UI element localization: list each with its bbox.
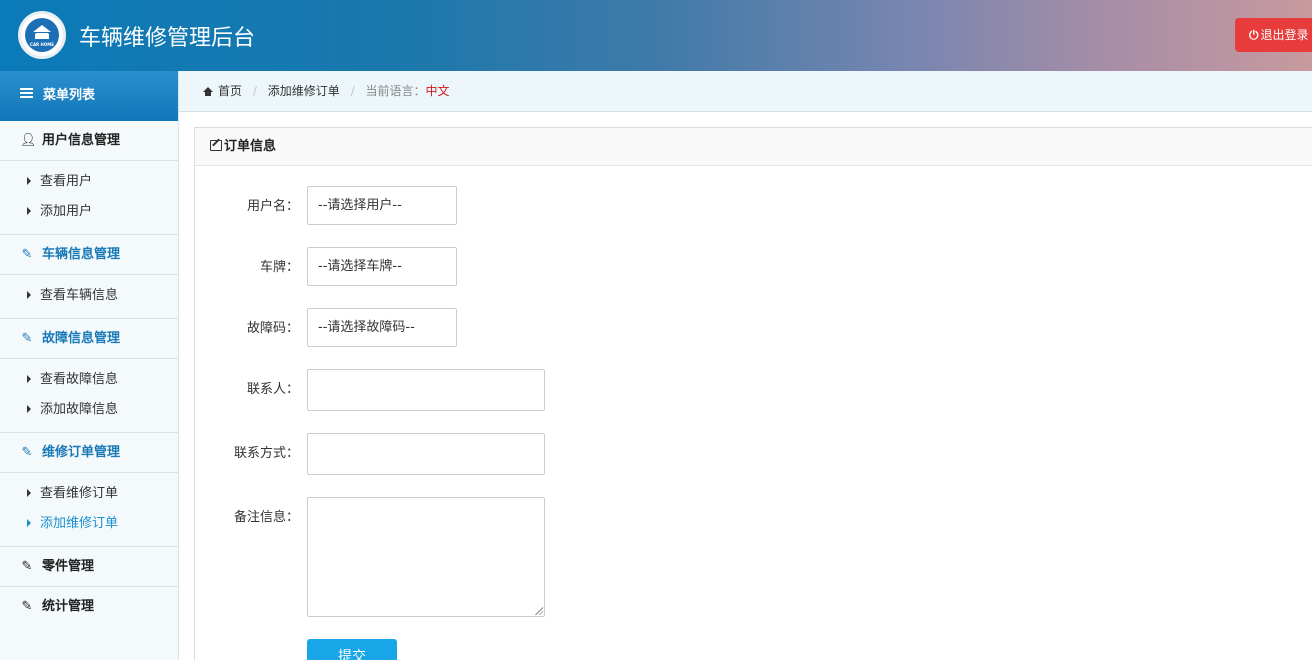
sidebar-item-view-repair-orders[interactable]: 查看维修订单 [0,479,178,509]
caret-right-icon [27,177,31,185]
language-label: 当前语言： [365,84,426,98]
app-title: 车辆维修管理后台 [79,26,256,51]
panel-title: 订单信息 [224,139,277,154]
breadcrumb-separator: / [350,84,355,98]
sidebar-item-label: 添加故障信息 [40,402,119,417]
sidebar-group-repair-items: 查看维修订单 添加维修订单 [0,473,178,547]
sidebar-group-fault-info[interactable]: ✎ 故障信息管理 [0,319,178,359]
sidebar-group-vehicle-items: 查看车辆信息 [0,275,178,319]
sidebar-group-repair-orders[interactable]: ✎ 维修订单管理 [0,433,178,473]
sidebar-item-label: 查看故障信息 [40,372,119,387]
edit-icon: ✎ [21,559,33,574]
breadcrumb-current: 添加维修订单 [267,84,340,98]
remark-label: 备注信息： [233,510,299,525]
remark-textarea[interactable] [307,497,545,617]
menu-title: 菜单列表 [0,71,178,121]
menu-title-label: 菜单列表 [43,88,96,103]
sidebar-item-view-vehicles[interactable]: 查看车辆信息 [0,281,178,311]
sidebar-group-label: 零件管理 [42,559,95,574]
sidebar-item-label: 查看用户 [40,174,93,189]
language-value[interactable]: 中文 [425,84,449,98]
caret-right-icon [27,207,31,215]
sidebar-group-parts[interactable]: ✎ 零件管理 [0,547,178,587]
edit-icon: ✎ [21,599,33,614]
logout-button[interactable]: ⏻ 退出登录 [1235,18,1312,52]
list-icon [20,86,33,100]
sidebar-item-view-users[interactable]: 查看用户 [0,167,178,197]
logo-text: CAR HOME [30,42,54,47]
sidebar-group-fault-items: 查看故障信息 添加故障信息 [0,359,178,433]
fault-code-label: 故障码： [246,321,299,336]
sidebar-group-label: 统计管理 [42,599,95,614]
sidebar-item-view-faults[interactable]: 查看故障信息 [0,365,178,395]
caret-right-icon [27,291,31,299]
panel-header: 订单信息 [195,128,1312,166]
sidebar: 菜单列表 👤︎ 用户信息管理 查看用户 添加用户 ✎ 车辆信息管理 查看车辆信息 ✎… [0,71,179,660]
edit-icon: ✎ [21,331,33,346]
resize-grip-icon[interactable] [535,607,543,615]
plate-select[interactable]: --请选择车牌-- [307,247,457,286]
power-icon: ⏻ [1249,28,1259,42]
car-home-logo: CAR HOME [18,11,66,59]
logout-label: 退出登录 [1260,28,1309,42]
sidebar-group-user-info[interactable]: 👤︎ 用户信息管理 [0,121,178,161]
caret-right-icon [27,405,31,413]
contact-input[interactable] [307,369,545,411]
order-info-panel: 订单信息 用户名： --请选择用户-- 车牌： --请选择车牌-- 故障码： -… [194,127,1312,660]
sidebar-item-label: 查看车辆信息 [40,288,119,303]
home-icon [203,87,213,96]
sidebar-group-label: 维修订单管理 [42,445,121,460]
breadcrumb-separator: / [252,84,257,98]
sidebar-item-label: 添加用户 [40,204,93,219]
sidebar-group-statistics[interactable]: ✎ 统计管理 [0,587,178,627]
plate-label: 车牌： [259,260,299,275]
sidebar-group-user-items: 查看用户 添加用户 [0,161,178,235]
breadcrumb: 首页 / 添加维修订单 / 当前语言：中文 [179,71,1312,112]
sidebar-item-add-user[interactable]: 添加用户 [0,197,178,227]
caret-right-icon [27,519,31,527]
sidebar-item-label: 添加维修订单 [40,516,119,531]
sidebar-item-add-fault[interactable]: 添加故障信息 [0,395,178,425]
sidebar-group-label: 故障信息管理 [42,331,121,346]
phone-label: 联系方式： [233,446,299,461]
username-label: 用户名： [246,199,299,214]
caret-right-icon [27,375,31,383]
breadcrumb-home-label: 首页 [218,84,243,98]
submit-button[interactable]: 提交 [307,639,397,660]
edit-icon: ✎ [21,445,33,460]
sidebar-item-add-repair-order[interactable]: 添加维修订单 [0,509,178,539]
caret-right-icon [27,489,31,497]
breadcrumb-home[interactable]: 首页 [203,84,242,98]
sidebar-group-label: 用户信息管理 [42,133,121,148]
fault-code-select[interactable]: --请选择故障码-- [307,308,457,347]
sidebar-item-label: 查看维修订单 [40,486,119,501]
top-header: CAR HOME 车辆维修管理后台 ⏻ 退出登录 [0,0,1312,71]
contact-label: 联系人： [246,382,299,397]
username-select[interactable]: --请选择用户-- [307,186,457,225]
sidebar-group-vehicle-info[interactable]: ✎ 车辆信息管理 [0,235,178,275]
sidebar-group-label: 车辆信息管理 [42,247,121,262]
user-icon: 👤︎ [20,133,37,148]
edit-icon: ✎ [21,247,33,262]
phone-input[interactable] [307,433,545,475]
edit-icon [210,140,222,151]
